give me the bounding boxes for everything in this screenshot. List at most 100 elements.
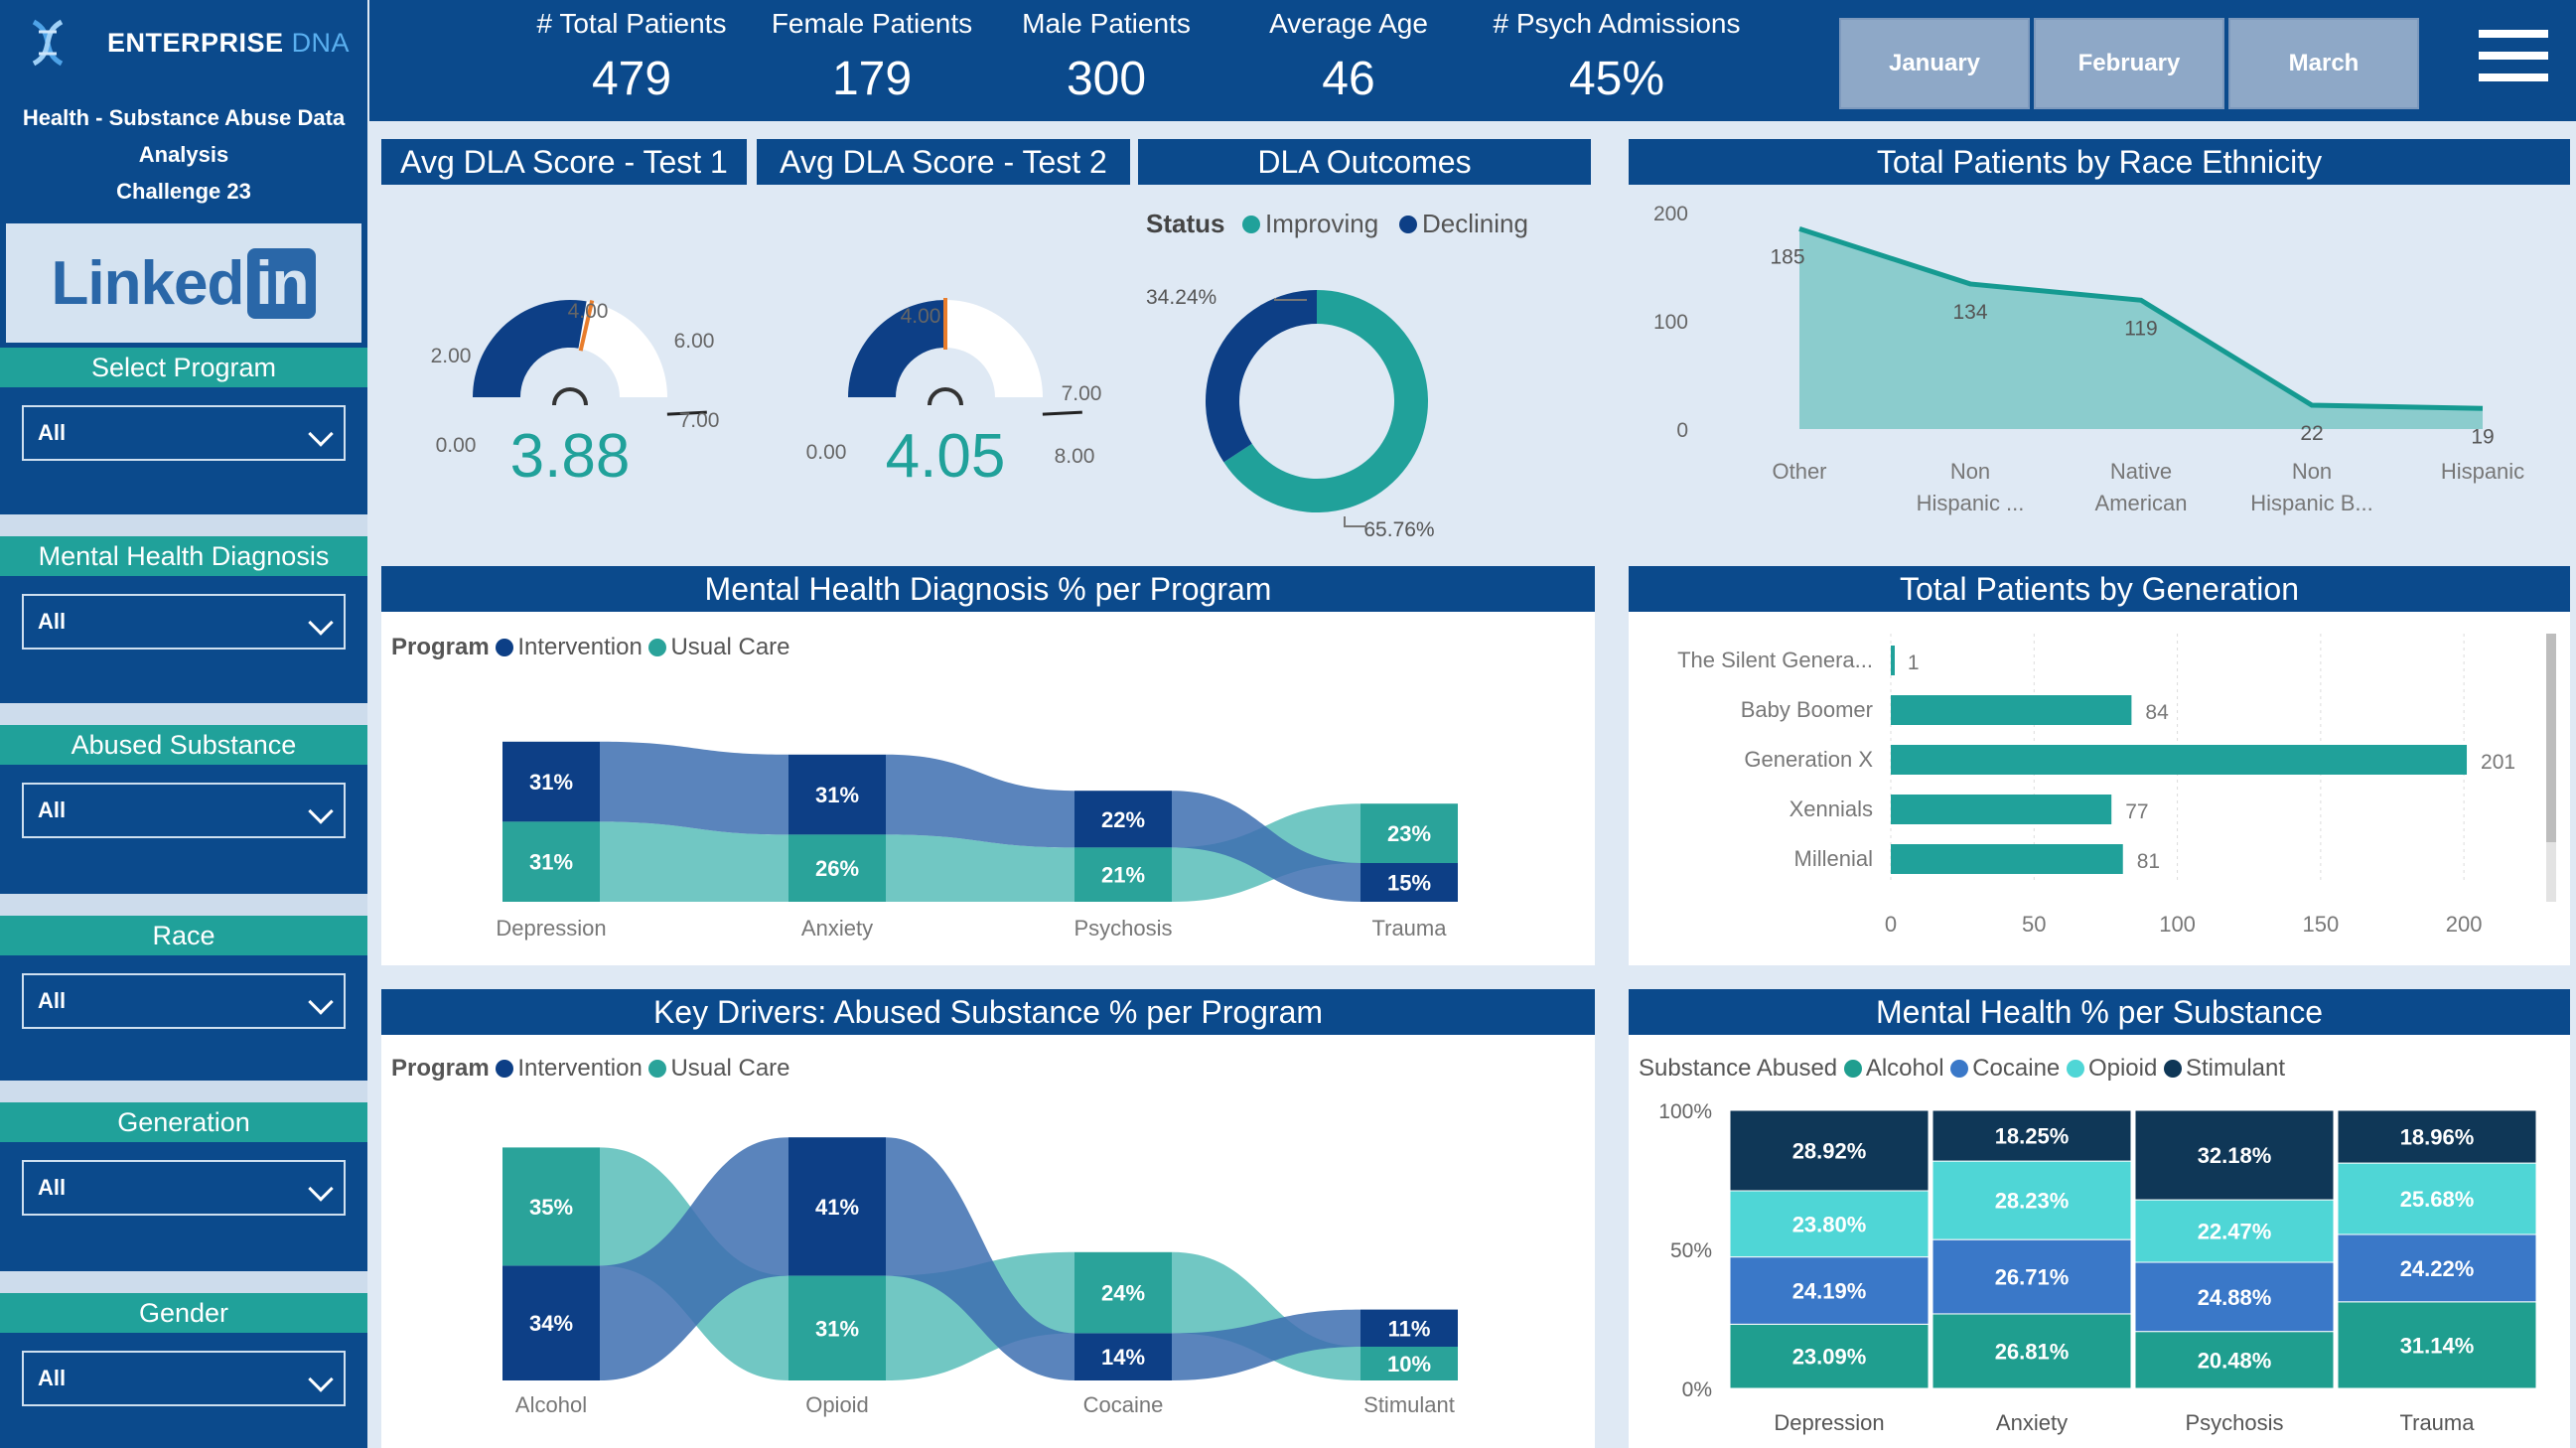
gen-category-label: Millenial [1794, 846, 1873, 871]
ms-data-label: 23.09% [1792, 1345, 1867, 1370]
gen-category-label: Xennials [1789, 796, 1873, 821]
gen-bar-1 [1891, 695, 2132, 725]
ms-data-label: 20.48% [2198, 1348, 2272, 1373]
gen-data-label: 77 [2125, 800, 2148, 823]
mh-program-ribbon-chart: 31% 31% Depression 31% 26% Anxiety 22% 21% Psych… [496, 741, 1458, 941]
filter-value: All [38, 609, 67, 634]
month-button-march[interactable]: March [2228, 18, 2419, 109]
gen-data-label: 1 [1908, 652, 1920, 674]
ms-data-label: 24.88% [2198, 1285, 2272, 1310]
gauge-tick-label: 0.00 [436, 434, 477, 457]
scrollbar[interactable] [2546, 634, 2556, 902]
mh-substance-panel: Substance Abused Alcohol Cocaine Opioid … [1629, 1035, 2570, 1448]
month-button-january[interactable]: January [1839, 18, 2030, 109]
filter-dropdown[interactable]: All [22, 973, 346, 1029]
ms-category-label: Depression [1774, 1410, 1884, 1435]
linkedin-logo[interactable]: Linked in [6, 223, 361, 343]
mh-program-title: Mental Health Diagnosis % per Program [381, 566, 1595, 612]
dla-title: DLA Outcomes [1138, 139, 1591, 185]
filter-value: All [38, 1366, 67, 1390]
filter-divider [0, 514, 367, 536]
filter-dropdown[interactable]: All [22, 783, 346, 838]
gen-xtick-label: 0 [1885, 912, 1897, 937]
gen-bar-0 [1891, 646, 1895, 675]
ms-data-label: 26.71% [1995, 1265, 2070, 1290]
gen-data-label: 84 [2145, 701, 2169, 724]
race-data-label: 19 [2471, 425, 2494, 448]
gen-data-label: 81 [2137, 850, 2160, 873]
filter-value: All [38, 1175, 67, 1200]
filter-value: All [38, 420, 67, 445]
gen-category-label: Baby Boomer [1741, 697, 1873, 722]
ms-data-label: 28.92% [1792, 1138, 1867, 1163]
dla-legend-improving: Improving [1265, 209, 1378, 238]
donut-label-declining: 34.24% [1146, 286, 1216, 309]
gen-xtick-label: 150 [2302, 912, 2339, 937]
gauge-tick-label: 0.00 [806, 441, 847, 464]
gen-bar-3 [1891, 795, 2112, 824]
filter-dropdown[interactable]: All [22, 405, 346, 461]
chevron-down-icon [308, 798, 334, 824]
filter-value: All [38, 797, 67, 822]
race-xtick-label: Hispanic B... [2250, 491, 2373, 515]
kpi-value: 46 [1322, 53, 1375, 105]
filter-dropdown[interactable]: All [22, 1160, 346, 1216]
chevron-down-icon [308, 989, 334, 1015]
month-button-february[interactable]: February [2034, 18, 2224, 109]
kpi-label: Male Patients [1022, 8, 1191, 39]
ms-data-label: 22.47% [2198, 1220, 2272, 1244]
gauge2-title: Avg DLA Score - Test 2 [757, 139, 1130, 185]
legend-dot [1242, 216, 1260, 233]
kpi-label: Average Age [1269, 8, 1428, 39]
gauge-value: 4.05 [886, 422, 1006, 491]
ms-data-label: 23.80% [1792, 1212, 1867, 1236]
category-label: Cocaine [1083, 1392, 1164, 1417]
race-data-label: 119 [2124, 317, 2157, 340]
category-label: Opioid [805, 1392, 869, 1417]
category-label: Psychosis [1073, 916, 1172, 941]
menu-icon[interactable] [2479, 30, 2548, 89]
mh-substance-title: Mental Health % per Substance [1629, 989, 2570, 1035]
gauge1-title: Avg DLA Score - Test 1 [381, 139, 747, 185]
mh-program-panel: Program Intervention Usual Care 31% 31% De… [381, 612, 1595, 965]
gauge-tick-label: 4.00 [568, 300, 609, 323]
gauge-tick-label: 4.00 [901, 305, 941, 328]
race-data-label: 185 [1770, 245, 1804, 268]
gen-xtick-label: 50 [2022, 912, 2046, 937]
ms-data-label: 24.22% [2400, 1256, 2475, 1281]
data-label: 10% [1387, 1352, 1431, 1376]
ms-data-label: 18.96% [2400, 1125, 2475, 1150]
race-xtick-label: Native [2110, 459, 2172, 484]
data-label: 11% [1388, 1316, 1431, 1341]
generation-bar-chart: 0 50 100 150 200 The Silent Genera... 1 Baby Bo… [1677, 634, 2515, 937]
data-label: 23% [1387, 821, 1431, 846]
ms-ytick-label: 0% [1682, 1378, 1712, 1401]
ribbon-intervention [600, 741, 788, 835]
data-label: 31% [815, 1316, 859, 1341]
ms-data-label: 28.23% [1995, 1189, 2070, 1214]
filter-title: Select Program [0, 348, 367, 387]
gauge-tick-label: 7.00 [679, 409, 720, 432]
filter-dropdown[interactable]: All [22, 594, 346, 650]
kpi-label: # Psych Admissions [1493, 8, 1741, 39]
ms-category-label: Anxiety [1996, 1410, 2068, 1435]
data-label: 31% [529, 770, 573, 795]
gen-category-label: Generation X [1744, 747, 1873, 772]
data-label: 15% [1387, 871, 1431, 896]
filter-title: Mental Health Diagnosis [0, 536, 367, 576]
filter-dropdown[interactable]: All [22, 1351, 346, 1406]
filter-title: Gender [0, 1293, 367, 1333]
category-label: Anxiety [801, 916, 873, 941]
ms-data-label: 18.25% [1995, 1124, 2070, 1149]
substance-program-panel: Program Intervention Usual Care 34% 35% Al… [381, 1035, 1595, 1448]
substance-program-ribbon-chart: 34% 35% Alcohol 41% 31% Opioid 14% 24% Cocaine 11… [502, 1137, 1458, 1417]
race-ytick-label: 0 [1676, 419, 1688, 442]
category-label: Trauma [1372, 916, 1448, 941]
ms-category-label: Trauma [2400, 1410, 2476, 1435]
kpi-value: 45% [1568, 53, 1665, 105]
gen-xtick-label: 200 [2446, 912, 2483, 937]
race-data-label: 22 [2300, 422, 2323, 445]
gauge-value: 3.88 [510, 422, 631, 491]
ms-data-label: 24.19% [1792, 1278, 1867, 1303]
filter-divider [0, 1081, 367, 1102]
